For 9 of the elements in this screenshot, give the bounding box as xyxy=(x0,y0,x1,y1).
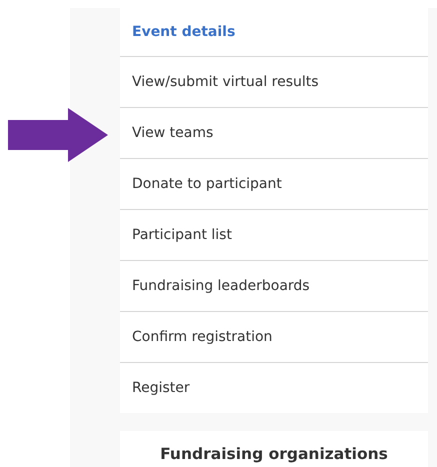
menu-item[interactable]: View teams xyxy=(120,107,428,158)
menu-item[interactable]: Register xyxy=(120,362,428,413)
menu-item[interactable]: Fundraising leaderboards xyxy=(120,260,428,311)
menu-item[interactable]: Event details xyxy=(120,8,428,56)
menu-item[interactable]: View/submit virtual results xyxy=(120,56,428,107)
menu-item[interactable]: Confirm registration xyxy=(120,311,428,362)
menu-item[interactable]: Donate to participant xyxy=(120,158,428,209)
section-title: Fundraising organizations xyxy=(160,445,388,465)
menu-item[interactable]: Participant list xyxy=(120,209,428,260)
